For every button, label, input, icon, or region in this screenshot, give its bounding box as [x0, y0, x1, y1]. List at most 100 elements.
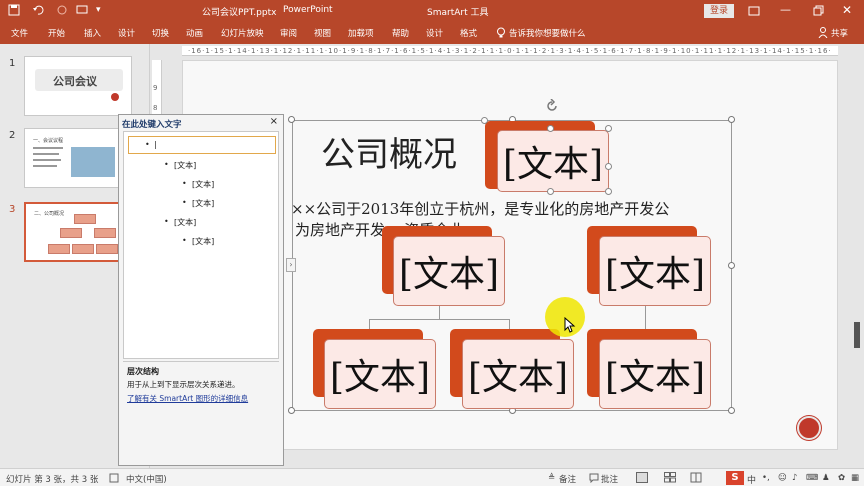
resize-handle[interactable] [605, 125, 612, 132]
tab-design[interactable]: 设计 [118, 27, 135, 39]
document-filename: 公司会议PPT.pptx [202, 8, 277, 18]
ime-mode-icon[interactable]: 中 [747, 473, 756, 486]
text-pane-close-icon[interactable]: × [270, 116, 278, 127]
slide-sorter-icon[interactable] [664, 472, 676, 483]
connector-line [509, 319, 510, 329]
close-window-icon[interactable]: ✕ [842, 3, 852, 17]
bullet-dot-icon: • [182, 236, 187, 245]
resize-handle[interactable] [728, 116, 735, 123]
ime-skin-icon[interactable]: ✿ [838, 473, 845, 483]
text-pane-item[interactable]: [文本] [174, 160, 196, 171]
connector-line [369, 319, 509, 320]
thumbnail-1-badge [111, 93, 119, 101]
ime-punct-icon[interactable]: •, [762, 473, 770, 483]
thumbnail-2-photo [71, 147, 115, 177]
smartart-node-bottom-1[interactable]: [文本] [324, 339, 436, 409]
comments-button[interactable]: 批注 [601, 473, 618, 485]
title-bar: ▾ 公司会议PPT.pptx PowerPoint SmartArt 工具 登录… [0, 0, 864, 22]
tab-slideshow[interactable]: 幻灯片放映 [221, 27, 264, 39]
resize-handle[interactable] [547, 125, 554, 132]
text-pane-item[interactable]: [文本] [192, 179, 214, 190]
text-pane-item[interactable]: [文本] [192, 198, 214, 209]
resize-handle[interactable] [728, 407, 735, 414]
slide-thumbnail-2[interactable]: 一、会议议程 [24, 128, 132, 188]
language-indicator[interactable]: 中文(中国) [126, 473, 167, 485]
text-pane-toggle-icon[interactable]: › [286, 258, 296, 272]
thumbnail-2-title: 一、会议议程 [33, 138, 64, 144]
smartart-node-mid-right[interactable]: [文本] [599, 236, 711, 306]
text-pane-item[interactable]: [文本] [192, 236, 214, 247]
save-icon[interactable] [8, 4, 20, 16]
thumbnail-1-title: 公司会议 [53, 75, 97, 88]
comments-icon[interactable] [589, 473, 599, 483]
tab-animations[interactable]: 动画 [186, 27, 203, 39]
resize-handle[interactable] [547, 188, 554, 195]
tab-format[interactable]: 格式 [460, 27, 477, 39]
undo-icon[interactable] [32, 4, 44, 16]
smartart-node-bottom-3[interactable]: [文本] [599, 339, 711, 409]
normal-view-icon[interactable] [636, 472, 648, 483]
tab-review[interactable]: 审阅 [280, 27, 297, 39]
resize-handle[interactable] [605, 163, 612, 170]
resize-handle[interactable] [481, 117, 488, 124]
mouse-pointer-icon [564, 317, 576, 333]
notes-icon[interactable]: ≜ [548, 473, 555, 483]
ime-mic-icon[interactable]: ♪ [792, 473, 797, 483]
ime-emoji-icon[interactable]: ☺ [778, 473, 787, 483]
ime-logo-icon[interactable]: S [726, 471, 744, 485]
tab-help[interactable]: 帮助 [392, 27, 409, 39]
learn-more-link[interactable]: 了解有关 SmartArt 图形的详细信息 [127, 393, 248, 404]
tab-transitions[interactable]: 切换 [152, 27, 169, 39]
tab-home[interactable]: 开始 [48, 27, 65, 39]
text-pane-editor[interactable]: • | • [文本] • [文本] • [文本] • [文本] • [文本] [123, 131, 279, 359]
vruler-tick: 8 [153, 104, 158, 112]
tell-me-input[interactable]: 告诉我你想要做什么 [509, 27, 586, 39]
login-button[interactable]: 登录 [704, 4, 734, 18]
lightbulb-icon [497, 27, 505, 38]
smartart-node-bottom-2[interactable]: [文本] [462, 339, 574, 409]
slide-number-1: 1 [9, 58, 16, 69]
share-button[interactable]: 共享 [831, 27, 848, 39]
reading-view-icon[interactable] [690, 472, 702, 483]
app-name: PowerPoint [283, 5, 333, 15]
slide-number-3: 3 [9, 204, 16, 215]
text-pane-title: 在此处键入文字 [122, 120, 182, 130]
redo-icon[interactable] [56, 4, 68, 16]
tab-insert[interactable]: 插入 [84, 27, 101, 39]
minimize-icon[interactable]: — [780, 3, 791, 16]
qat-customize-icon[interactable]: ▾ [96, 5, 101, 15]
ime-menu-icon[interactable]: ▦ [851, 473, 859, 483]
text-pane-item[interactable]: | [154, 140, 157, 149]
slide-number-2: 2 [9, 130, 16, 141]
present-icon[interactable] [76, 4, 88, 16]
slide-thumbnail-3[interactable]: 二、公司概况 [24, 202, 132, 262]
text-pane-active-line[interactable] [128, 136, 276, 154]
tab-file[interactable]: 文件 [11, 27, 28, 39]
ime-keyboard-icon[interactable]: ⌨ [806, 473, 818, 483]
rotate-handle-icon[interactable] [545, 99, 559, 113]
resize-handle[interactable] [288, 116, 295, 123]
resize-handle[interactable] [605, 188, 612, 195]
slide-thumbnail-1[interactable]: 公司会议 [24, 56, 132, 116]
tab-addins[interactable]: 加载项 [348, 27, 374, 39]
tab-smartart-design[interactable]: 设计 [426, 27, 443, 39]
tab-view[interactable]: 视图 [314, 27, 331, 39]
scrollbar-thumb[interactable] [854, 322, 860, 348]
slide-count: 幻灯片 第 3 张，共 3 张 [6, 475, 99, 485]
resize-handle[interactable] [288, 407, 295, 414]
restore-icon[interactable] [812, 5, 824, 17]
notes-button[interactable]: 备注 [559, 473, 576, 485]
ime-user-icon[interactable]: ♟ [822, 473, 830, 483]
bullet-dot-icon: • [182, 179, 187, 188]
vertical-scrollbar[interactable] [852, 60, 862, 450]
text-pane-item[interactable]: [文本] [174, 217, 196, 228]
record-button-icon[interactable] [797, 416, 821, 440]
smartart-text-pane: 在此处键入文字 × • | • [文本] • [文本] • [文本] • [文本… [118, 114, 284, 466]
bullet-dot-icon: • [182, 198, 187, 207]
smartart-node-top[interactable]: [文本] [497, 130, 609, 192]
bullet-dot-icon: • [164, 160, 169, 169]
smartart-node-mid-left[interactable]: [文本] [393, 236, 505, 306]
resize-handle[interactable] [728, 262, 735, 269]
ribbon-display-icon[interactable] [748, 5, 760, 17]
spellcheck-icon[interactable] [109, 473, 119, 483]
